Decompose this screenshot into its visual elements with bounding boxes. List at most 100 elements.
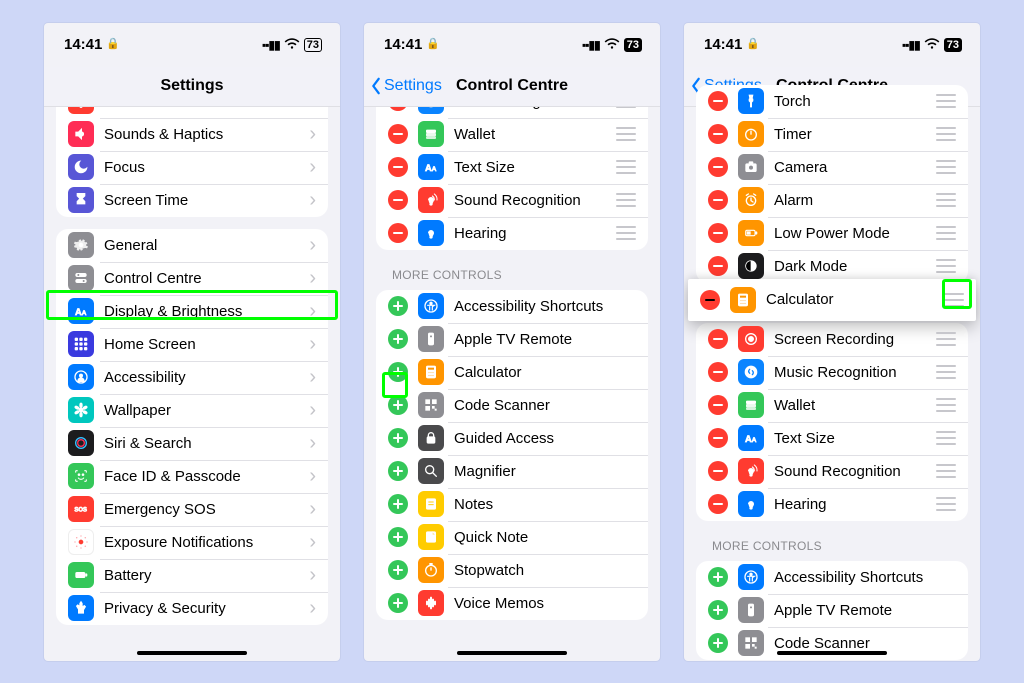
cc-row-alarm[interactable]: Alarm bbox=[696, 184, 968, 217]
cc-row-quicknote[interactable]: Quick Note bbox=[376, 521, 648, 554]
add-button[interactable] bbox=[388, 560, 408, 580]
drag-handle-icon[interactable] bbox=[936, 431, 956, 445]
drag-handle-icon[interactable] bbox=[936, 398, 956, 412]
remove-button[interactable] bbox=[708, 494, 728, 514]
remove-button[interactable] bbox=[708, 428, 728, 448]
settings-row-home-screen[interactable]: Home Screen › bbox=[56, 328, 328, 361]
home-indicator[interactable] bbox=[137, 651, 247, 655]
remove-button[interactable] bbox=[708, 329, 728, 349]
add-button[interactable] bbox=[388, 296, 408, 316]
drag-handle-icon[interactable] bbox=[936, 332, 956, 346]
home-indicator[interactable] bbox=[457, 651, 567, 655]
drag-handle-icon[interactable] bbox=[944, 293, 964, 307]
drag-handle-icon[interactable] bbox=[616, 226, 636, 240]
remove-button[interactable] bbox=[388, 157, 408, 177]
remove-button[interactable] bbox=[708, 190, 728, 210]
settings-row-privacy[interactable]: Privacy & Security › bbox=[56, 592, 328, 625]
cc-row-acc-short[interactable]: Accessibility Shortcuts bbox=[696, 561, 968, 594]
settings-row-notifications[interactable]: Notifications › bbox=[56, 107, 328, 118]
settings-row-exposure[interactable]: Exposure Notifications › bbox=[56, 526, 328, 559]
cc-row-torch[interactable]: Torch bbox=[696, 85, 968, 118]
drag-handle-icon[interactable] bbox=[936, 193, 956, 207]
cc-row-sound-rec[interactable]: Sound Recognition bbox=[376, 184, 648, 217]
drag-handle-icon[interactable] bbox=[616, 107, 636, 109]
drag-handle-icon[interactable] bbox=[616, 193, 636, 207]
cc-row-stopwatch[interactable]: Stopwatch bbox=[376, 554, 648, 587]
add-button[interactable] bbox=[708, 600, 728, 620]
cc-row-music-rec[interactable]: Music Recognition bbox=[376, 107, 648, 118]
drag-handle-icon[interactable] bbox=[936, 497, 956, 511]
drag-handle-icon[interactable] bbox=[936, 259, 956, 273]
cc-row-calculator[interactable]: Calculator bbox=[376, 356, 648, 389]
cc-row-sound-rec[interactable]: Sound Recognition bbox=[696, 455, 968, 488]
drag-handle-icon[interactable] bbox=[936, 160, 956, 174]
drag-handle-icon[interactable] bbox=[616, 127, 636, 141]
cc-row-camera[interactable]: Camera bbox=[696, 151, 968, 184]
cc-row-text-size[interactable]: AA Text Size bbox=[376, 151, 648, 184]
settings-row-siri[interactable]: Siri & Search › bbox=[56, 427, 328, 460]
cc-row-lpm[interactable]: Low Power Mode bbox=[696, 217, 968, 250]
cc-row-code-scan[interactable]: Code Scanner bbox=[696, 627, 968, 660]
drag-handle-icon[interactable] bbox=[936, 365, 956, 379]
drag-handle-icon[interactable] bbox=[936, 464, 956, 478]
settings-row-wallpaper[interactable]: Wallpaper › bbox=[56, 394, 328, 427]
cc-row-wallet[interactable]: Wallet bbox=[376, 118, 648, 151]
home-indicator[interactable] bbox=[777, 651, 887, 655]
cc-row-screen-rec[interactable]: Screen Recording bbox=[696, 323, 968, 356]
settings-row-sos[interactable]: SOS Emergency SOS › bbox=[56, 493, 328, 526]
remove-button[interactable] bbox=[388, 223, 408, 243]
remove-button[interactable] bbox=[708, 124, 728, 144]
cc-row-guided[interactable]: Guided Access bbox=[376, 422, 648, 455]
settings-row-screentime[interactable]: Screen Time › bbox=[56, 184, 328, 217]
add-button[interactable] bbox=[388, 428, 408, 448]
add-button[interactable] bbox=[388, 395, 408, 415]
remove-button[interactable] bbox=[388, 124, 408, 144]
settings-scroll[interactable]: Notifications › Sounds & Haptics › Focus… bbox=[44, 107, 340, 661]
remove-button[interactable] bbox=[708, 395, 728, 415]
settings-row-general[interactable]: General › bbox=[56, 229, 328, 262]
add-button[interactable] bbox=[388, 461, 408, 481]
cc-row-text-size[interactable]: AA Text Size bbox=[696, 422, 968, 455]
remove-button[interactable] bbox=[708, 461, 728, 481]
dragging-row-calculator[interactable]: Calculator bbox=[688, 279, 976, 321]
cc-row-notes[interactable]: Notes bbox=[376, 488, 648, 521]
add-button[interactable] bbox=[388, 362, 408, 382]
remove-button[interactable] bbox=[708, 157, 728, 177]
add-button[interactable] bbox=[708, 567, 728, 587]
drag-handle-icon[interactable] bbox=[616, 160, 636, 174]
cc-row-hearing[interactable]: Hearing bbox=[376, 217, 648, 250]
cc-row-music-rec[interactable]: Music Recognition bbox=[696, 356, 968, 389]
remove-button[interactable] bbox=[708, 91, 728, 111]
cc-row-atv[interactable]: Apple TV Remote bbox=[696, 594, 968, 627]
settings-row-faceid[interactable]: Face ID & Passcode › bbox=[56, 460, 328, 493]
remove-button[interactable] bbox=[708, 362, 728, 382]
cc-row-hearing[interactable]: Hearing bbox=[696, 488, 968, 521]
cc-row-acc-short[interactable]: Accessibility Shortcuts bbox=[376, 290, 648, 323]
cc-scroll[interactable]: Music Recognition Wallet AA Text Size So… bbox=[364, 107, 660, 661]
cc-row-code-scan[interactable]: Code Scanner bbox=[376, 389, 648, 422]
add-button[interactable] bbox=[388, 527, 408, 547]
add-button[interactable] bbox=[388, 593, 408, 613]
settings-row-control-centre[interactable]: Control Centre › bbox=[56, 262, 328, 295]
add-button[interactable] bbox=[388, 494, 408, 514]
remove-button[interactable] bbox=[388, 190, 408, 210]
cc-row-timer[interactable]: Timer bbox=[696, 118, 968, 151]
cc-row-atv[interactable]: Apple TV Remote bbox=[376, 323, 648, 356]
cc-row-voice[interactable]: Voice Memos bbox=[376, 587, 648, 620]
cc-row-wallet[interactable]: Wallet bbox=[696, 389, 968, 422]
settings-row-battery[interactable]: Battery › bbox=[56, 559, 328, 592]
add-button[interactable] bbox=[708, 633, 728, 653]
remove-button[interactable] bbox=[708, 256, 728, 276]
cc-scroll[interactable]: Torch Timer Camera Alarm Low Power Mode … bbox=[684, 107, 980, 661]
add-button[interactable] bbox=[388, 329, 408, 349]
remove-button[interactable] bbox=[700, 290, 720, 310]
remove-button[interactable] bbox=[388, 107, 408, 112]
settings-row-focus[interactable]: Focus › bbox=[56, 151, 328, 184]
drag-handle-icon[interactable] bbox=[936, 94, 956, 108]
cc-row-magnifier[interactable]: Magnifier bbox=[376, 455, 648, 488]
drag-handle-icon[interactable] bbox=[936, 226, 956, 240]
cc-row-dark[interactable]: Dark Mode bbox=[696, 250, 968, 283]
settings-row-sounds[interactable]: Sounds & Haptics › bbox=[56, 118, 328, 151]
drag-handle-icon[interactable] bbox=[936, 127, 956, 141]
settings-row-display[interactable]: AA Display & Brightness › bbox=[56, 295, 328, 328]
